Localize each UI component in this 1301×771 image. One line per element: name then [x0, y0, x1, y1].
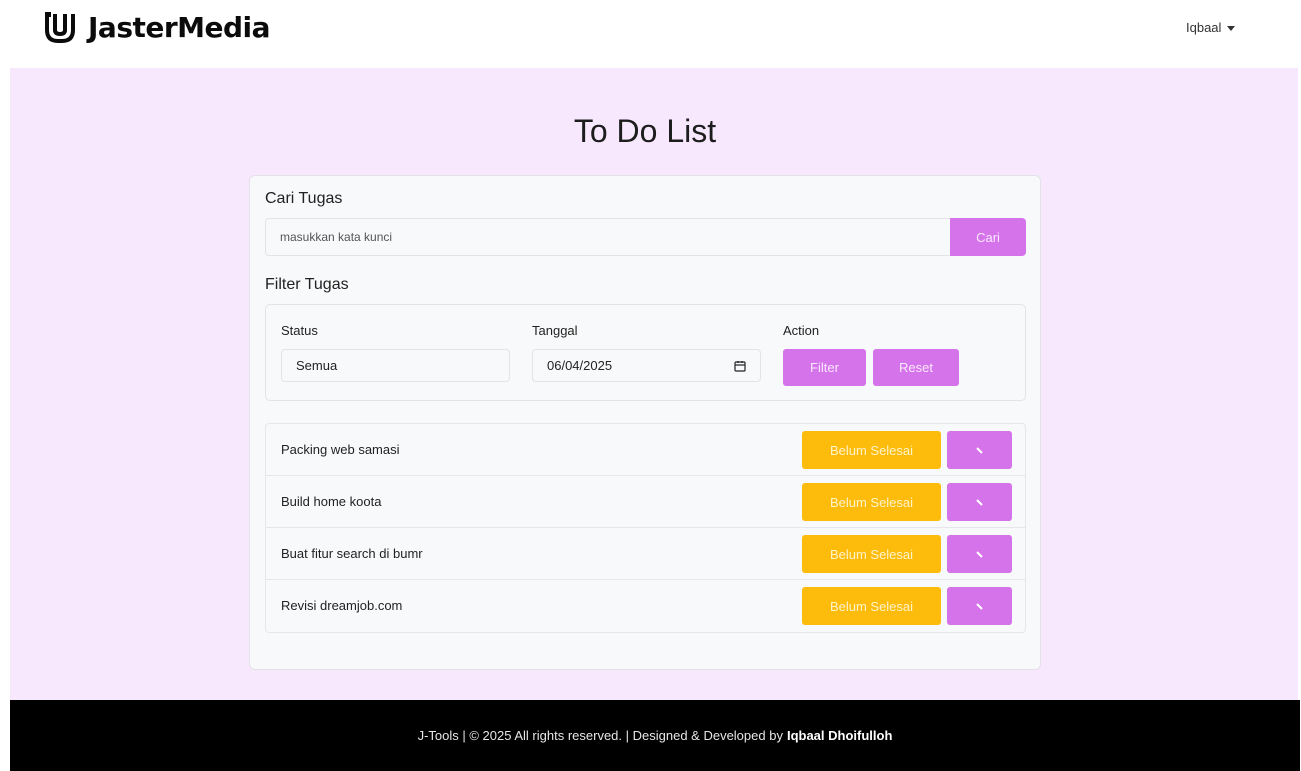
- task-status-button[interactable]: Belum Selesai: [802, 587, 941, 625]
- brand[interactable]: JasterMedia: [44, 8, 271, 46]
- task-row: Revisi dreamjob.com Belum Selesai: [266, 580, 1025, 632]
- reset-button[interactable]: Reset: [873, 349, 959, 386]
- main-content: To Do List Cari Tugas Cari Filter Tugas …: [10, 68, 1298, 700]
- page-title: To Do List: [573, 113, 717, 149]
- pencil-icon: [975, 447, 983, 454]
- task-name: Buat fitur search di bumr: [281, 546, 423, 561]
- status-label: Status: [281, 323, 318, 338]
- date-input-value: 06/04/2025: [547, 358, 613, 373]
- task-status-button[interactable]: Belum Selesai: [802, 483, 941, 521]
- task-status-button[interactable]: Belum Selesai: [802, 535, 941, 573]
- calendar-icon[interactable]: [734, 360, 746, 372]
- jastermedia-logo-icon: [45, 12, 75, 43]
- status-select[interactable]: Semua: [281, 349, 510, 382]
- caret-down-icon: [1227, 25, 1236, 31]
- edit-task-button[interactable]: [947, 483, 1012, 521]
- search-bar: Cari: [265, 218, 1026, 256]
- edit-task-button[interactable]: [947, 535, 1012, 573]
- edit-task-button[interactable]: [947, 431, 1012, 469]
- todo-card: Cari Tugas Cari Filter Tugas Status Semu…: [249, 175, 1041, 670]
- task-row: Build home koota Belum Selesai: [266, 476, 1025, 528]
- pencil-icon: [975, 603, 983, 610]
- action-label: Action: [783, 323, 820, 338]
- filter-section-label: Filter Tugas: [265, 276, 349, 293]
- status-select-value: Semua: [296, 358, 338, 373]
- user-name: Iqbaal: [1186, 20, 1222, 35]
- pencil-icon: [975, 499, 983, 506]
- task-name: Packing web samasi: [281, 442, 400, 457]
- brand-name: JasterMedia: [88, 10, 271, 44]
- task-status-button[interactable]: Belum Selesai: [802, 431, 941, 469]
- search-button[interactable]: Cari: [950, 218, 1026, 256]
- filter-button[interactable]: Filter: [783, 349, 866, 386]
- search-input[interactable]: [265, 218, 950, 256]
- task-name: Revisi dreamjob.com: [281, 598, 403, 613]
- pencil-icon: [975, 551, 983, 558]
- filter-panel: Status Semua Tanggal 06/04/2025 Action F…: [265, 304, 1026, 401]
- footer-author: Iqbaal Dhoifulloh: [786, 728, 893, 743]
- search-section-label: Cari Tugas: [265, 190, 343, 207]
- date-input[interactable]: 06/04/2025: [532, 349, 761, 382]
- task-name: Build home koota: [281, 494, 382, 509]
- date-label: Tanggal: [532, 323, 578, 338]
- task-row: Buat fitur search di bumr Belum Selesai: [266, 528, 1025, 580]
- task-row: Packing web samasi Belum Selesai: [266, 424, 1025, 476]
- footer: J-Tools | © 2025 All rights reserved. | …: [10, 700, 1300, 771]
- task-list: Packing web samasi Belum Selesai Build h…: [265, 423, 1026, 633]
- edit-task-button[interactable]: [947, 587, 1012, 625]
- navbar: JasterMedia Iqbaal: [0, 0, 1301, 66]
- user-menu-dropdown[interactable]: Iqbaal: [1186, 20, 1236, 35]
- footer-text: J-Tools | © 2025 All rights reserved. | …: [417, 728, 783, 743]
